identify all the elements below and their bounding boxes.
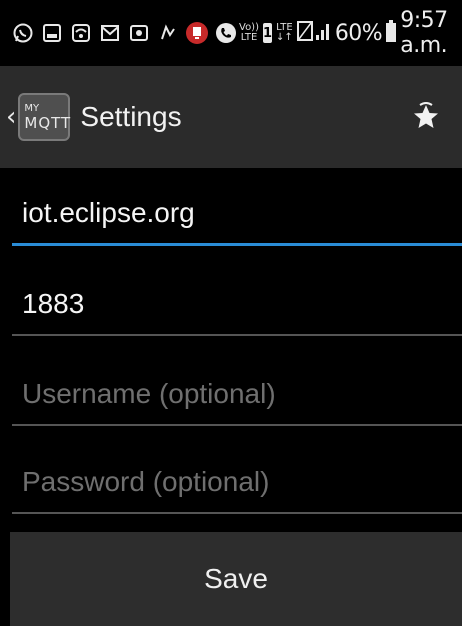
phone-icon bbox=[213, 20, 239, 46]
volte-indicator: Vo)) LTE bbox=[239, 23, 259, 43]
gallery-icon bbox=[126, 20, 152, 46]
port-value: 1883 bbox=[22, 288, 85, 319]
favorite-button[interactable] bbox=[408, 99, 444, 135]
signal-icon bbox=[296, 20, 331, 46]
battery-percent: 60% bbox=[334, 20, 383, 46]
action-bar: ‹ MY MQTT Settings bbox=[0, 66, 462, 168]
app-logo-line1: MY bbox=[24, 102, 40, 114]
page-title: Settings bbox=[80, 101, 182, 132]
username-field[interactable]: Username (optional) bbox=[12, 370, 462, 426]
save-button[interactable]: Save bbox=[10, 532, 462, 626]
alert-icon bbox=[184, 20, 210, 46]
whatsapp-icon bbox=[10, 20, 36, 46]
host-value: iot.eclipse.org bbox=[22, 197, 195, 228]
clock: 9:57 a.m. bbox=[400, 8, 448, 58]
notification-icon bbox=[39, 20, 65, 46]
sim-icon: 1 bbox=[263, 23, 273, 43]
password-placeholder: Password (optional) bbox=[22, 466, 270, 497]
port-field[interactable]: 1883 bbox=[12, 280, 462, 336]
status-bar: Vo)) LTE 1 LTE ↓↑ 60% 9:57 a.m. bbox=[0, 0, 462, 66]
volte-label-bottom: LTE bbox=[240, 32, 258, 43]
status-icons-left bbox=[0, 20, 239, 46]
lte-arrows: ↓↑ bbox=[276, 32, 293, 43]
screen: Vo)) LTE 1 LTE ↓↑ 60% 9:57 a.m. ‹ MY MQT… bbox=[0, 0, 462, 626]
mail-icon bbox=[97, 20, 123, 46]
lte-indicator: LTE ↓↑ bbox=[276, 23, 293, 43]
wifi-icon bbox=[68, 20, 94, 46]
star-icon bbox=[414, 102, 438, 128]
battery-icon bbox=[386, 20, 397, 46]
save-label: Save bbox=[204, 563, 268, 594]
password-field[interactable]: Password (optional) bbox=[12, 458, 462, 514]
app-logo-line2: MQTT bbox=[24, 113, 72, 132]
username-placeholder: Username (optional) bbox=[22, 378, 276, 409]
app-logo[interactable]: MY MQTT bbox=[18, 93, 72, 141]
host-field[interactable]: iot.eclipse.org bbox=[12, 190, 462, 246]
app-icon bbox=[155, 20, 181, 46]
status-icons-right: Vo)) LTE 1 LTE ↓↑ 60% 9:57 a.m. bbox=[239, 8, 462, 58]
back-caret-icon[interactable]: ‹ bbox=[6, 102, 16, 132]
